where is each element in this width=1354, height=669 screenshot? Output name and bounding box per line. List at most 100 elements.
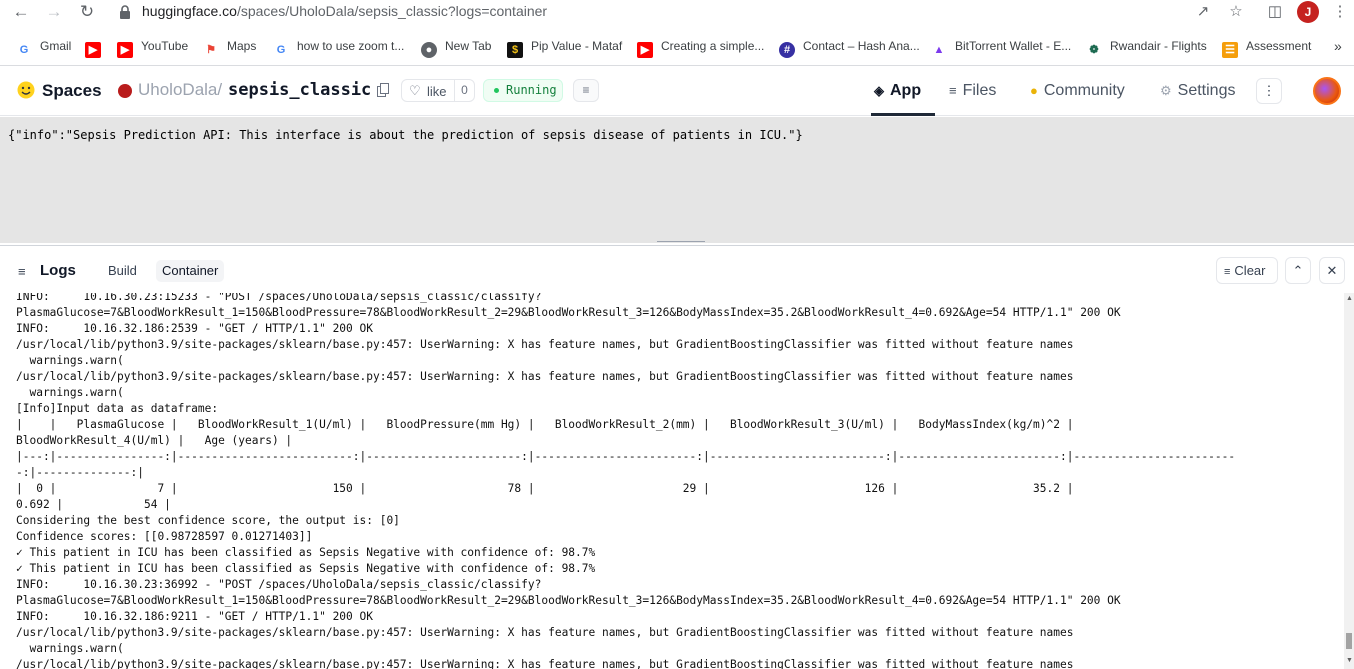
bookmark-new-tab[interactable]: ● New Tab <box>421 36 492 58</box>
log-line: INFO: 10.16.30.23:36992 - "POST /spaces/… <box>16 578 542 591</box>
star-icon[interactable]: ☆ <box>1226 2 1246 22</box>
tab-label: Community <box>1043 82 1125 99</box>
log-line: -:|--------------:| <box>16 466 144 479</box>
bookmark-assessment[interactable]: ☰ Assessment <box>1222 36 1312 58</box>
settings-icon: ⚙ <box>1160 83 1172 98</box>
tab-app[interactable]: ◈ App <box>871 66 935 116</box>
owner-avatar <box>118 84 132 98</box>
status-dot-icon <box>494 88 499 93</box>
community-icon: ● <box>1030 83 1038 98</box>
tab-settings[interactable]: ⚙ Settings <box>1160 66 1235 116</box>
tab-community[interactable]: ● Community <box>1030 66 1125 116</box>
browser-chrome: ← → ↻ huggingface.co/spaces/UholoDala/se… <box>0 0 1354 66</box>
like-count: 0 <box>454 80 474 101</box>
app-output-area: {"info":"Sepsis Prediction API: This int… <box>0 117 1354 243</box>
log-line: INFO: 10.16.30.23:15233 - "POST /spaces/… <box>16 293 542 303</box>
tab-container[interactable]: Container <box>156 260 225 282</box>
bookmark-creating[interactable]: ▶ Creating a simple... <box>637 36 765 58</box>
url-path: /spaces/UholoDala/sepsis_classic?logs=co… <box>236 3 548 19</box>
log-line: | 0 | 7 | 150 | 78 | 29 | 126 | 35.2 | <box>16 482 1074 495</box>
collapse-chevron-up-icon[interactable]: ⌃ <box>1285 257 1311 284</box>
bookmark-youtube-unnamed[interactable]: ▶ <box>85 36 109 58</box>
bookmark-label: YouTube <box>141 39 189 53</box>
share-icon[interactable]: ↗ <box>1193 2 1213 22</box>
log-scrollbar[interactable]: ▲ ▼ <box>1344 293 1354 669</box>
log-line: ✓ This patient in ICU has been classifie… <box>16 546 596 559</box>
youtube-icon: ▶ <box>85 42 101 58</box>
bookmark-label: Gmail <box>40 39 72 53</box>
logs-icon: ≡ <box>18 264 26 279</box>
tab-label: Files <box>962 82 997 99</box>
heart-icon: ♡ <box>409 83 421 98</box>
more-menu-button[interactable]: ⋮ <box>1256 78 1282 104</box>
address-row: ← → ↻ huggingface.co/spaces/UholoDala/se… <box>0 0 1354 24</box>
bookmark-zoom[interactable]: Ghow to use zoom t... <box>273 36 405 56</box>
bookmark-label: Creating a simple... <box>661 39 765 53</box>
clear-label: Clear <box>1234 263 1266 278</box>
profile-avatar[interactable]: J <box>1297 1 1319 23</box>
repo-name[interactable]: sepsis_classic <box>228 80 371 100</box>
hash-icon: # <box>779 42 795 58</box>
browser-menu-icon[interactable]: ⋮ <box>1330 2 1350 22</box>
owner-link[interactable]: UholoDala/ <box>138 80 222 100</box>
files-icon: ≡ <box>949 83 957 98</box>
log-line: Considering the best confidence score, t… <box>16 514 400 527</box>
bookmark-maps[interactable]: ⚑ Maps <box>203 36 256 56</box>
log-line: 0.692 | 54 | <box>16 498 171 511</box>
scroll-down-icon[interactable]: ▼ <box>1346 657 1353 664</box>
owner-name: UholoDala <box>138 80 218 99</box>
tab-build[interactable]: Build <box>102 260 143 282</box>
back-arrow-icon[interactable]: ← <box>10 1 32 23</box>
bookmark-pip-value[interactable]: $ Pip Value - Mataf <box>507 36 623 58</box>
reload-icon[interactable]: ↻ <box>76 1 98 23</box>
dollar-icon: $ <box>507 42 523 58</box>
bookmarks-bar: G Gmail ▶ ▶ YouTube ⚑ Maps Ghow to use zoom… <box>0 36 1354 58</box>
more-bookmarks-icon[interactable]: » <box>1334 36 1342 56</box>
status-badge: Running <box>483 79 563 102</box>
owner-slash: / <box>217 80 223 99</box>
side-panel-icon[interactable]: ◫ <box>1265 2 1285 22</box>
user-avatar[interactable] <box>1313 77 1341 105</box>
like-button[interactable]: ♡ like 0 <box>401 79 475 102</box>
bookmark-label: Contact – Hash Ana... <box>803 39 920 53</box>
log-line: /usr/local/lib/python3.9/site-packages/s… <box>16 626 1074 639</box>
status-text: Running <box>506 83 557 97</box>
log-line: warnings.warn( <box>16 354 124 367</box>
close-icon[interactable]: ✕ <box>1319 257 1345 284</box>
log-line: BloodWorkResult_4(U/ml) | Age (years) | <box>16 434 293 447</box>
hugging-face-logo-icon[interactable] <box>16 81 36 99</box>
google-icon: G <box>276 44 286 56</box>
url-host: huggingface.co <box>142 3 237 19</box>
copy-icon[interactable] <box>377 83 389 97</box>
log-line: | | PlasmaGlucose | BloodWorkResult_1(U/… <box>16 418 1074 431</box>
log-line: warnings.warn( <box>16 642 124 655</box>
bookmark-label: Pip Value - Mataf <box>531 39 623 53</box>
bookmark-label: Assessment <box>1246 39 1312 53</box>
bookmark-bittorrent[interactable]: ▲ BitTorrent Wallet - E... <box>931 36 1072 56</box>
log-line: /usr/local/lib/python3.9/site-packages/s… <box>16 370 1074 383</box>
tab-files[interactable]: ≡ Files <box>949 66 996 116</box>
like-label: like <box>427 84 447 99</box>
bookmark-label: how to use zoom t... <box>297 39 405 53</box>
bookmark-label: New Tab <box>445 39 492 53</box>
bookmark-rwandair[interactable]: ❁ Rwandair - Flights <box>1086 36 1206 56</box>
bittorrent-icon: ▲ <box>933 44 945 56</box>
scroll-up-icon[interactable]: ▲ <box>1346 295 1353 302</box>
bookmark-hash[interactable]: # Contact – Hash Ana... <box>779 36 920 58</box>
forward-arrow-icon[interactable]: → <box>43 1 65 23</box>
bookmark-label: BitTorrent Wallet - E... <box>955 39 1072 53</box>
clear-button[interactable]: ≡ Clear <box>1216 257 1278 284</box>
youtube-icon: ▶ <box>637 42 653 58</box>
url-bar[interactable]: huggingface.co/spaces/UholoDala/sepsis_c… <box>108 0 1268 24</box>
scroll-thumb[interactable] <box>1346 633 1352 649</box>
bookmark-gmail[interactable]: G Gmail <box>16 36 72 56</box>
log-line: warnings.warn( <box>16 386 124 399</box>
spaces-link[interactable]: Spaces <box>42 81 102 101</box>
log-line: Confidence scores: [[0.98728597 0.012714… <box>16 530 313 543</box>
logs-toggle-icon[interactable]: ≡ <box>573 79 599 102</box>
log-line: |---:|----------------:|----------------… <box>16 450 1236 463</box>
rwandair-icon: ❁ <box>1089 44 1099 56</box>
log-line: [Info]Input data as dataframe: <box>16 402 219 415</box>
tab-label: Settings <box>1177 82 1236 99</box>
bookmark-youtube[interactable]: ▶ YouTube <box>117 36 189 58</box>
